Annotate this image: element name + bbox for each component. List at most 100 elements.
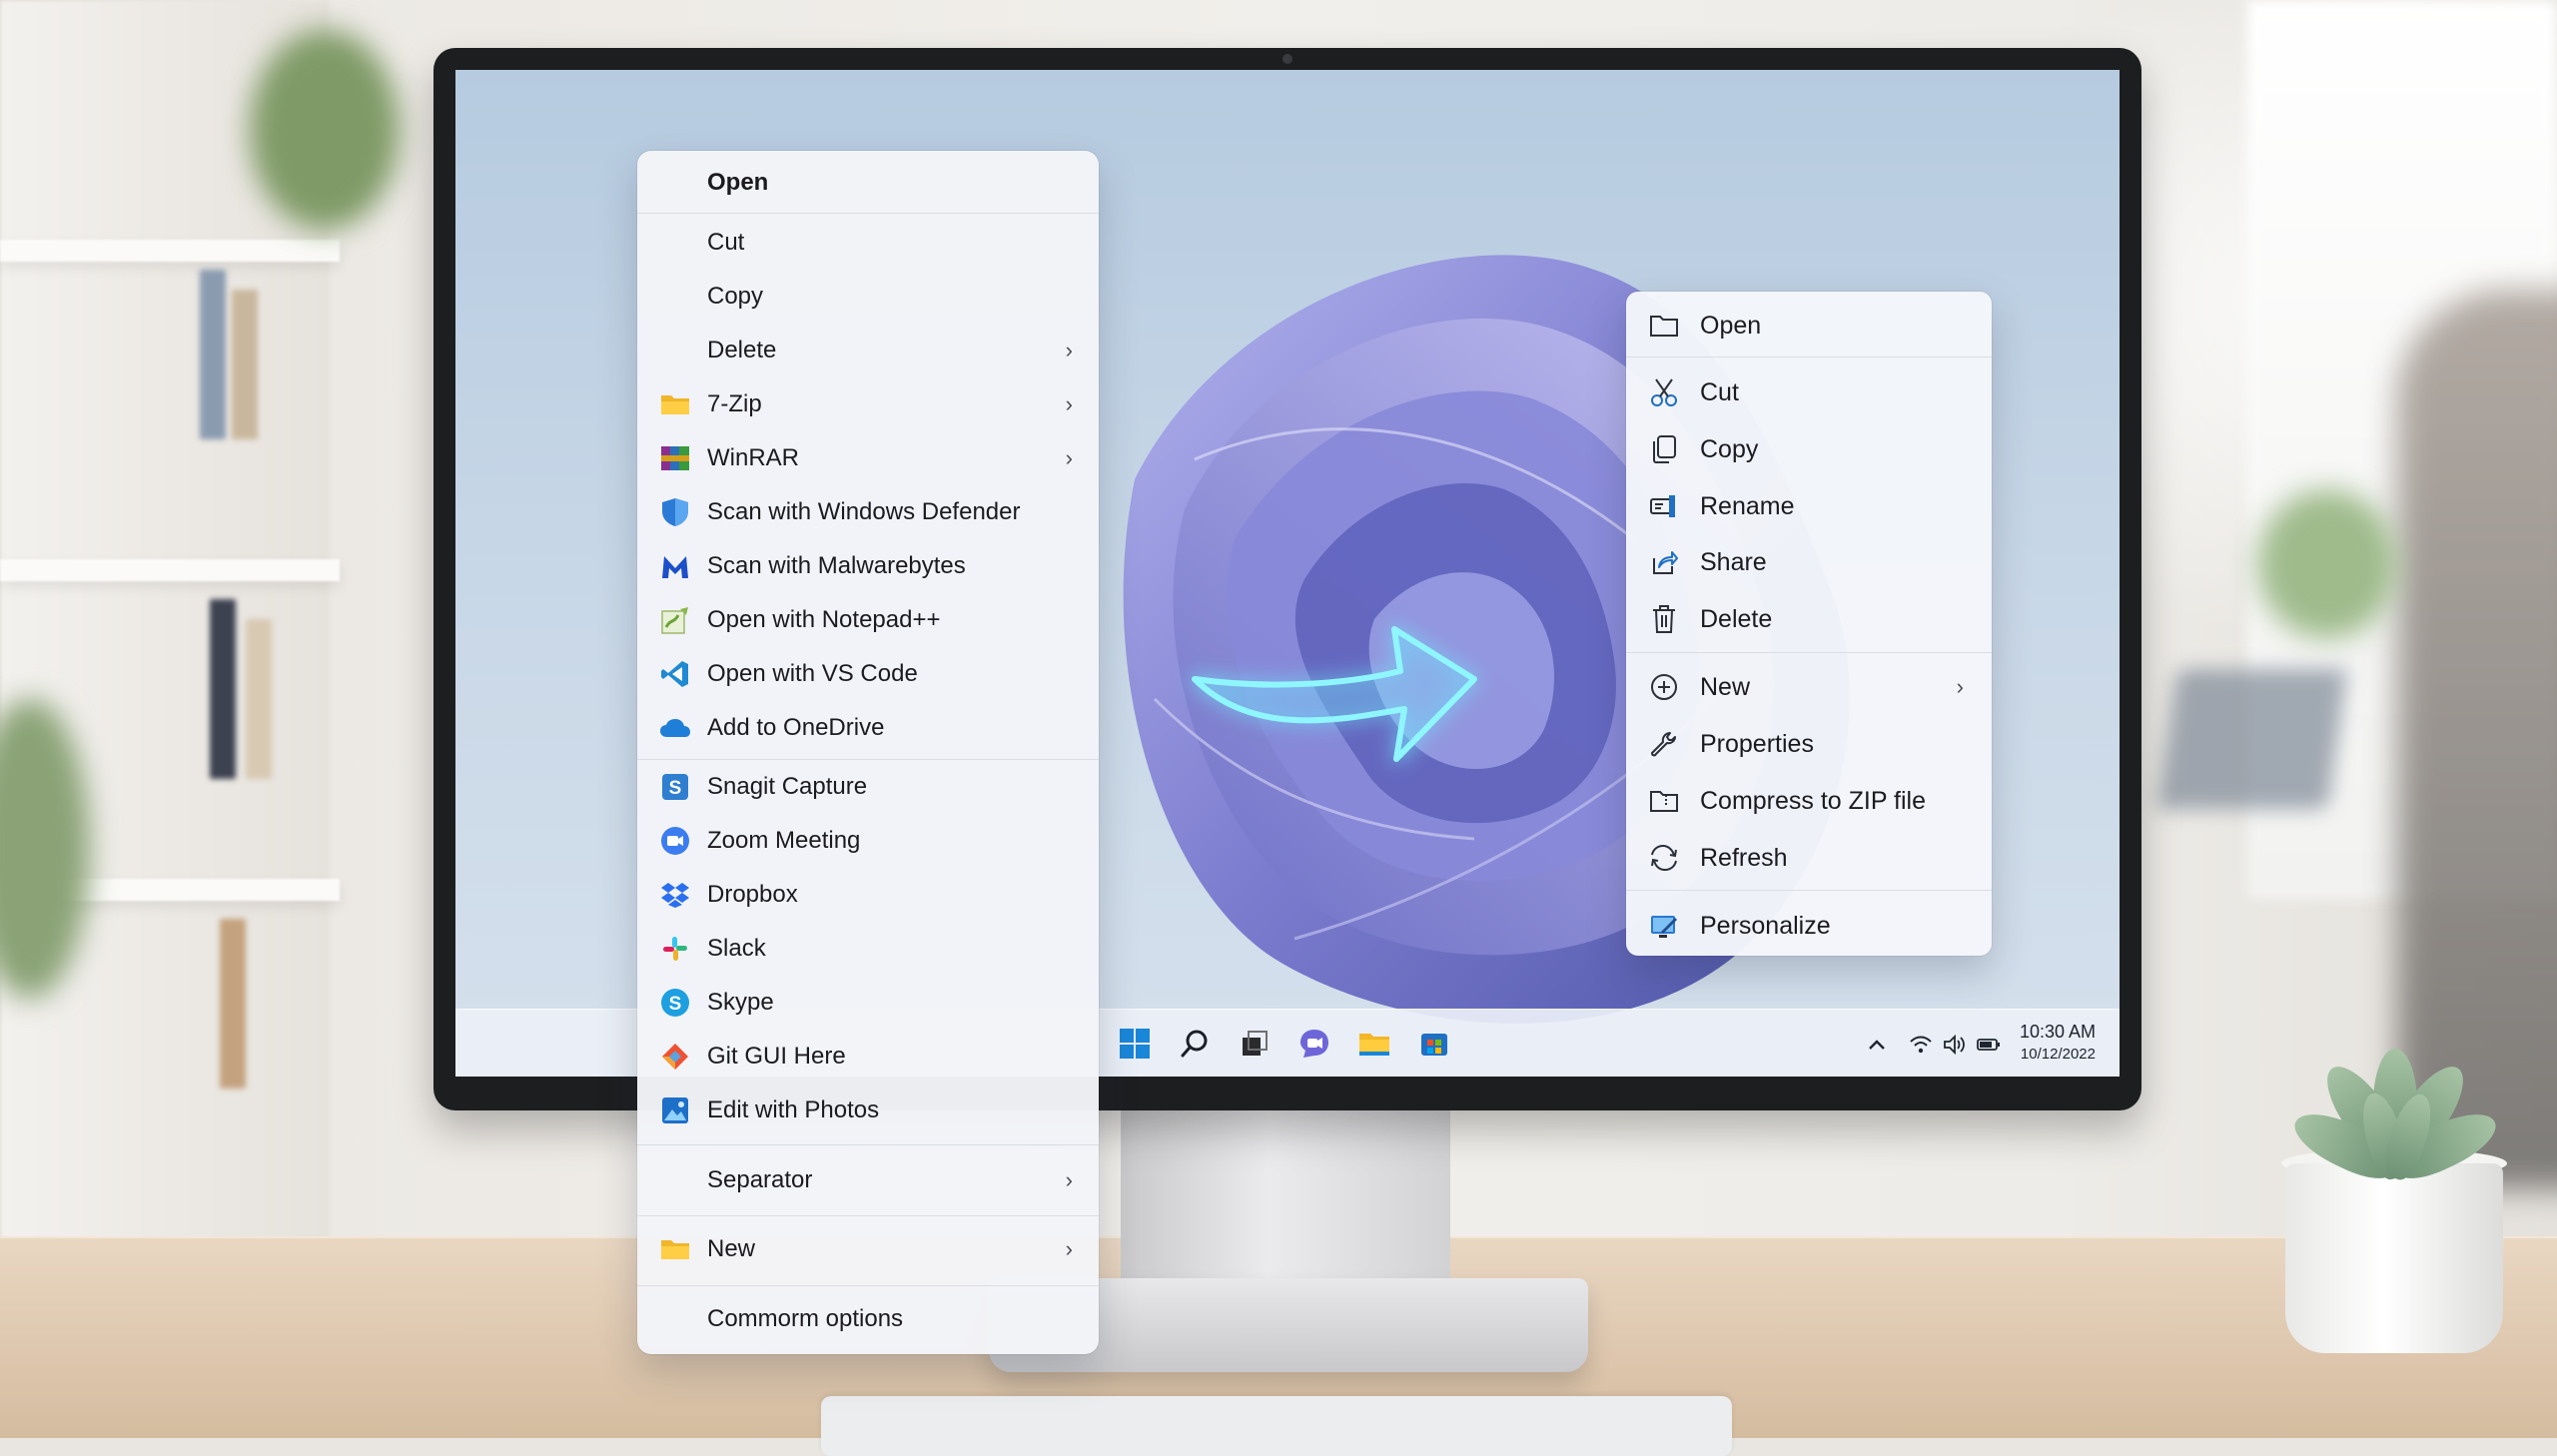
menu-item-scan-malwarebytes[interactable]: Scan with Malwarebytes — [637, 541, 1099, 591]
folder-icon — [659, 1233, 691, 1265]
task-view-icon[interactable] — [1235, 1024, 1275, 1064]
context-menu-windows11: Open Cut Copy Rename Share Delete New › … — [1626, 292, 1992, 956]
monitor-stand — [1121, 1098, 1450, 1288]
share-icon — [1648, 546, 1680, 578]
battery-icon[interactable] — [1974, 1030, 2004, 1060]
chevron-right-icon: › — [1065, 445, 1073, 470]
menu-item-label: Git GUI Here — [707, 1043, 846, 1070]
menu-item-cut[interactable]: Cut — [637, 218, 1099, 268]
wrench-icon — [1648, 728, 1680, 760]
menu-item-label: Properties — [1700, 729, 1814, 758]
volume-icon[interactable] — [1940, 1030, 1970, 1060]
glowing-arrow — [1192, 626, 1477, 762]
menu-item-scan-defender[interactable]: Scan with Windows Defender — [637, 487, 1099, 537]
onedrive-cloud-icon — [659, 712, 691, 744]
menu-item-dropbox[interactable]: Dropbox — [637, 870, 1099, 920]
menu-item-label: Separator — [707, 1166, 813, 1193]
menu-item-skype[interactable]: S Skype — [637, 978, 1099, 1028]
background-plant — [250, 30, 400, 230]
shelf-board — [0, 559, 340, 581]
file-explorer-icon[interactable] — [1354, 1024, 1394, 1064]
menu-item-delete[interactable]: Delete › — [637, 326, 1099, 375]
keyboard — [821, 1396, 1732, 1456]
vscode-icon — [659, 658, 691, 690]
menu-separator — [637, 759, 1099, 760]
clock-time: 10:30 AM — [2019, 1022, 2096, 1042]
teams-chat-icon[interactable] — [1294, 1024, 1334, 1064]
menu-item-label: Zoom Meeting — [707, 827, 861, 854]
menu-item-git-gui[interactable]: Git GUI Here — [637, 1032, 1099, 1082]
menu-item-notepad-plus-plus[interactable]: Open with Notepad++ — [637, 595, 1099, 645]
plant-pot — [2285, 1163, 2503, 1353]
menu-item-label: Delete — [707, 337, 777, 364]
chevron-right-icon: › — [1065, 1236, 1073, 1261]
menu-item-rename[interactable]: Rename — [1626, 480, 1992, 532]
windows-start-icon[interactable] — [1115, 1024, 1155, 1064]
menu-item-edit-photos[interactable]: Edit with Photos — [637, 1086, 1099, 1135]
menu-item-slack[interactable]: Slack — [637, 924, 1099, 974]
zip-folder-icon — [1648, 785, 1680, 817]
new-plus-icon — [1648, 671, 1680, 703]
menu-item-copy[interactable]: Copy — [637, 272, 1099, 322]
book — [232, 290, 258, 439]
menu-item-common-options[interactable]: Commorm options — [637, 1294, 1099, 1344]
menu-item-label: Rename — [1700, 491, 1795, 520]
menu-item-label: New — [1700, 672, 1751, 701]
menu-item-share[interactable]: Share — [1626, 536, 1992, 588]
menu-item-cut[interactable]: Cut — [1626, 366, 1992, 418]
menu-item-label: Refresh — [1700, 843, 1788, 872]
menu-item-new[interactable]: New › — [1626, 661, 1992, 713]
menu-item-label: Open — [1700, 311, 1762, 340]
menu-item-personalize[interactable]: Personalize — [1626, 900, 1992, 952]
wifi-icon[interactable] — [1906, 1030, 1936, 1060]
menu-item-label: Commorm options — [707, 1305, 904, 1332]
menu-item-label: Compress to ZIP file — [1700, 786, 1927, 815]
menu-item-label: New — [707, 1235, 756, 1262]
copy-icon — [1648, 433, 1680, 465]
shelf-board — [0, 240, 340, 262]
book — [220, 919, 246, 1089]
menu-separator — [637, 1285, 1099, 1286]
search-icon[interactable] — [1175, 1024, 1215, 1064]
microsoft-store-icon[interactable] — [1414, 1024, 1454, 1064]
menu-item-delete[interactable]: Delete — [1626, 593, 1992, 645]
clock-date: 10/12/2022 — [2020, 1046, 2096, 1063]
menu-item-winrar[interactable]: WinRAR › — [637, 433, 1099, 483]
menu-item-copy[interactable]: Copy — [1626, 423, 1992, 475]
rename-icon — [1648, 490, 1680, 522]
chevron-up-icon[interactable] — [1862, 1030, 1892, 1060]
menu-item-label: Personalize — [1700, 911, 1831, 940]
menu-item-open[interactable]: Open — [1626, 300, 1992, 352]
menu-item-snagit[interactable]: S Snagit Capture — [637, 762, 1099, 812]
menu-item-separator[interactable]: Separator › — [637, 1155, 1099, 1205]
chevron-right-icon: › — [1065, 391, 1073, 416]
menu-item-refresh[interactable]: Refresh — [1626, 832, 1992, 884]
dropbox-icon — [659, 879, 691, 911]
menu-item-label: Open — [707, 169, 769, 196]
personalize-icon — [1648, 910, 1680, 942]
background-person — [2397, 290, 2557, 1188]
menu-item-label: Edit with Photos — [707, 1096, 880, 1123]
menu-item-new[interactable]: New › — [637, 1224, 1099, 1274]
svg-text:S: S — [669, 778, 682, 799]
menu-item-label: Scan with Malwarebytes — [707, 552, 966, 579]
menu-separator — [637, 213, 1099, 214]
refresh-icon — [1648, 842, 1680, 874]
photos-icon — [659, 1094, 691, 1126]
menu-item-label: Scan with Windows Defender — [707, 498, 1021, 525]
menu-item-7zip[interactable]: 7-Zip › — [637, 379, 1099, 429]
folder-icon — [659, 388, 691, 420]
menu-item-open[interactable]: Open — [637, 158, 1099, 208]
menu-item-label: Copy — [707, 283, 764, 310]
menu-item-add-onedrive[interactable]: Add to OneDrive — [637, 703, 1099, 753]
menu-item-vscode[interactable]: Open with VS Code — [637, 649, 1099, 699]
taskbar-clock[interactable]: 10:30 AM 10/12/2022 — [2020, 1020, 2096, 1066]
menu-item-label: WinRAR — [707, 444, 800, 471]
menu-item-compress-zip[interactable]: Compress to ZIP file — [1626, 775, 1992, 827]
menu-item-zoom[interactable]: Zoom Meeting — [637, 816, 1099, 866]
menu-item-label: Snagit Capture — [707, 773, 868, 800]
menu-separator — [1626, 357, 1992, 358]
chevron-right-icon: › — [1065, 1167, 1073, 1192]
menu-item-properties[interactable]: Properties — [1626, 718, 1992, 770]
context-menu-extended: Open Cut Copy Delete › 7-Zip › WinRAR › … — [637, 151, 1099, 1354]
